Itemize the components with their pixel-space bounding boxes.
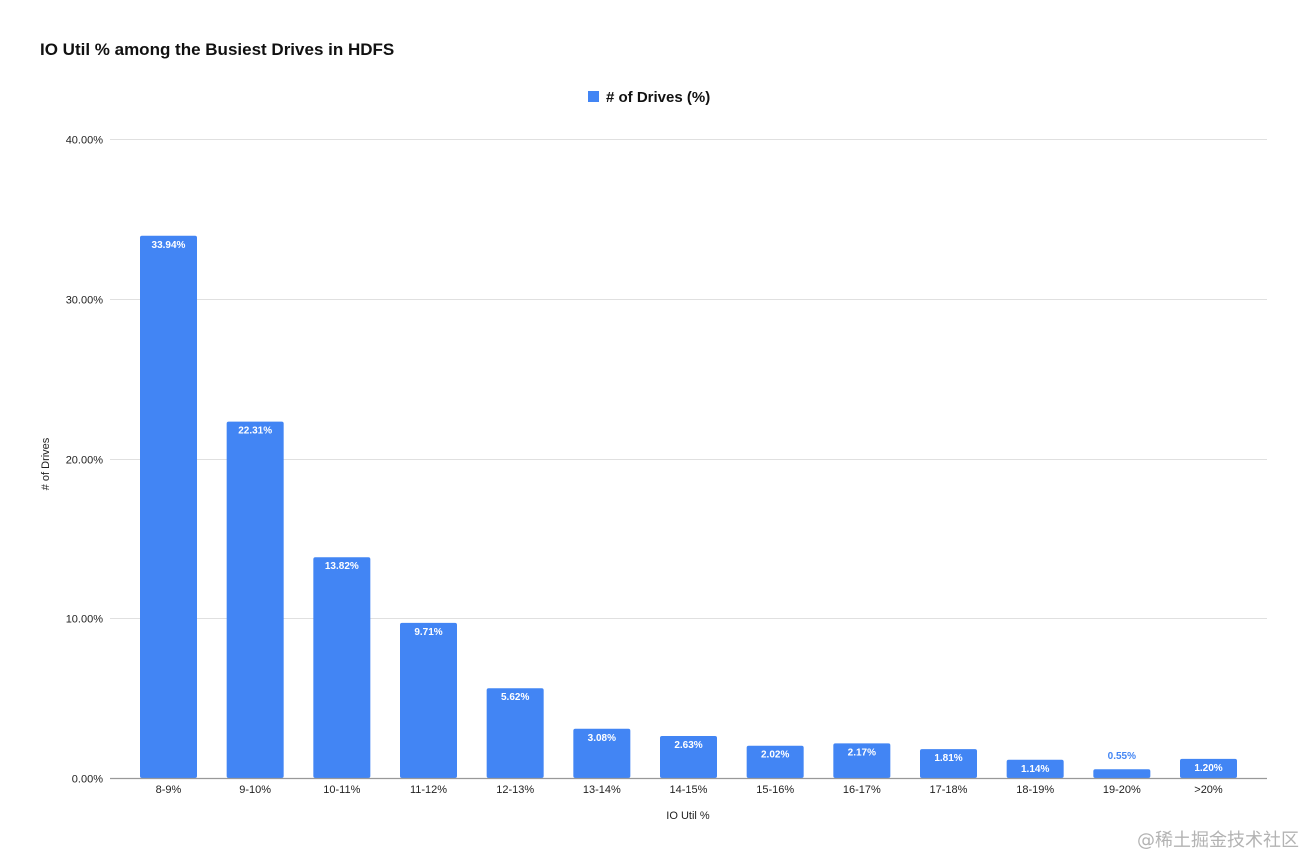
bar: [400, 622, 457, 778]
y-tick-label: 10.00%: [66, 614, 104, 626]
bar-series: [140, 235, 1237, 779]
chart-legend: # of Drives (%): [588, 89, 710, 106]
bar-chart: # of Drives (%) 0.00% 10.00% 20.00% 30.00% 4…: [40, 89, 1267, 822]
data-label: 33.94%: [152, 240, 186, 251]
data-label: 13.82%: [325, 561, 359, 572]
data-label: 1.81%: [934, 753, 962, 764]
bar: [140, 235, 197, 779]
y-tick-label: 40.00%: [66, 135, 104, 147]
legend-label: # of Drives (%): [606, 89, 710, 106]
bar: [226, 421, 284, 778]
data-label: 9.71%: [414, 627, 442, 638]
data-label: 5.62%: [501, 692, 529, 703]
legend-swatch: [588, 91, 599, 102]
x-tick-label: 17-18%: [930, 784, 968, 796]
y-axis-title: # of Drives: [40, 437, 52, 490]
x-tick-label: 9-10%: [239, 784, 271, 796]
data-label: 2.63%: [674, 740, 702, 751]
data-label: 1.14%: [1021, 764, 1049, 775]
x-tick-label: 15-16%: [756, 784, 794, 796]
x-tick-label: 19-20%: [1103, 784, 1141, 796]
x-axis-tick-labels: 8-9% 9-10% 10-11% 11-12% 12-13% 13-14% 14-15% 1…: [156, 784, 1223, 796]
x-tick-label: 8-9%: [156, 784, 182, 796]
data-label: 3.08%: [588, 733, 616, 744]
data-label: 2.02%: [761, 750, 789, 761]
x-tick-label: >20%: [1194, 784, 1223, 796]
x-tick-label: 13-14%: [583, 784, 621, 796]
x-tick-label: 11-12%: [410, 784, 447, 796]
bar: [1093, 769, 1151, 778]
y-tick-label: 30.00%: [66, 295, 104, 307]
data-label: 1.20%: [1194, 763, 1222, 774]
y-tick-label: 0.00%: [72, 774, 103, 786]
x-tick-label: 16-17%: [843, 784, 881, 796]
watermark: @稀土掘金技术社区: [1137, 830, 1299, 851]
bar: [313, 557, 371, 778]
y-axis-tick-labels: 0.00% 10.00% 20.00% 30.00% 40.00%: [66, 135, 104, 786]
y-tick-label: 20.00%: [66, 455, 104, 467]
data-label: 22.31%: [238, 426, 272, 437]
x-tick-label: 14-15%: [670, 784, 708, 796]
x-tick-label: 10-11%: [323, 784, 360, 796]
x-tick-label: 18-19%: [1016, 784, 1054, 796]
data-label: 2.17%: [848, 747, 876, 758]
x-axis-title: IO Util %: [666, 810, 710, 822]
data-label: 0.55%: [1108, 751, 1136, 762]
x-tick-label: 12-13%: [496, 784, 534, 796]
data-labels: 33.94% 22.31% 13.82% 9.71% 5.62% 3.08% 2.63% 2.…: [152, 240, 1223, 775]
